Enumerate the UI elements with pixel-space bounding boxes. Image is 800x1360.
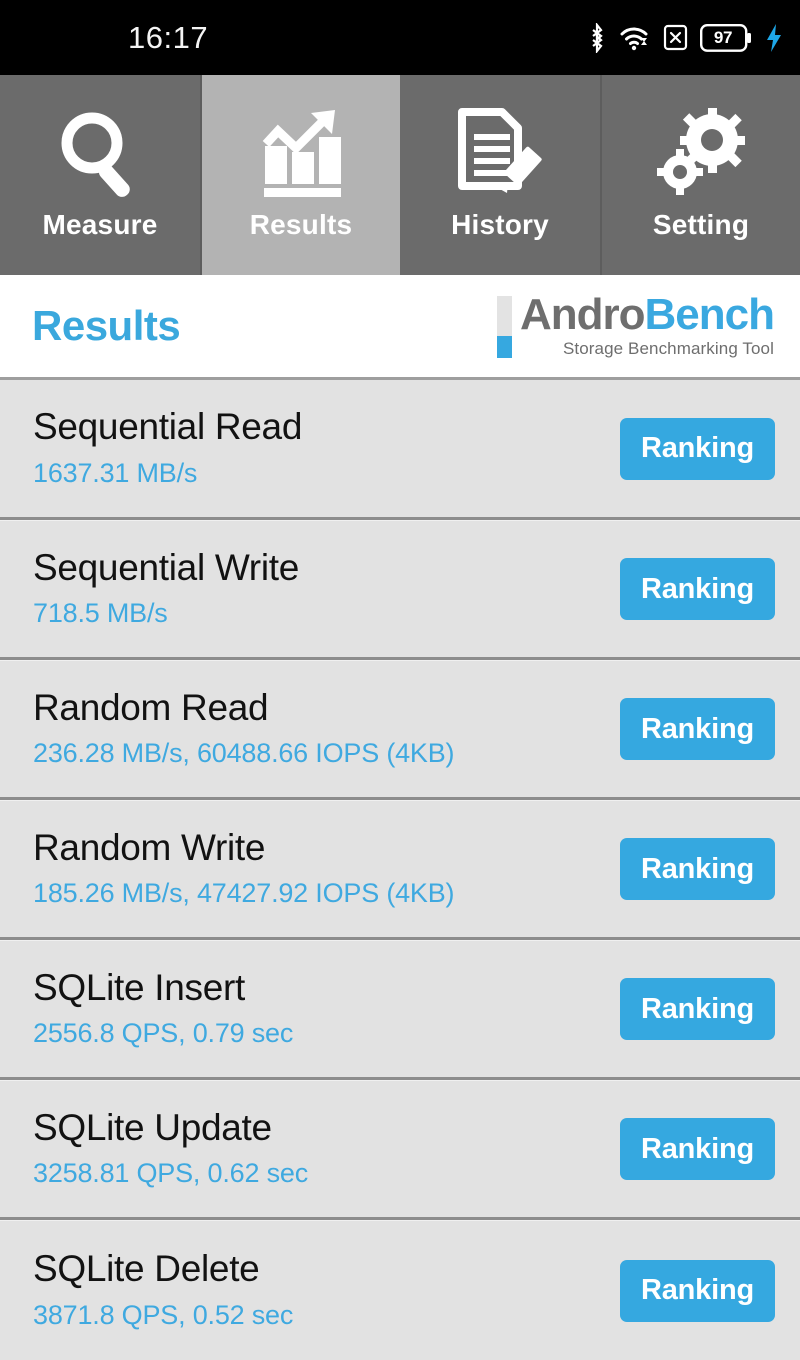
tab-setting[interactable]: Setting — [600, 75, 800, 275]
magnifier-icon — [51, 99, 149, 207]
result-title: SQLite Insert — [33, 966, 246, 1008]
result-title: Sequential Write — [33, 546, 299, 588]
ranking-button[interactable]: Ranking — [620, 1118, 775, 1180]
androbench-app: 16:17 97 Measure Results History Setting… — [0, 0, 800, 1360]
tab-history[interactable]: History — [400, 75, 600, 275]
result-value: 236.28 MB/s, 60488.66 IOPS (4KB) — [33, 738, 455, 769]
document-pencil-icon — [451, 99, 549, 207]
bar-chart-arrow-icon — [252, 99, 350, 207]
logo-accent-bar — [496, 296, 512, 359]
charging-bolt-icon — [764, 23, 784, 53]
logo-wordmark: AndroBench — [519, 290, 775, 340]
logo-text-block: AndroBench Storage Benchmarking Tool — [519, 290, 775, 359]
result-row-texts: Sequential Read 1637.31 MB/s — [33, 406, 302, 491]
logo-andro-text: Andro — [519, 290, 646, 340]
page-header: Results AndroBench Storage Benchmarking … — [0, 275, 800, 380]
status-bar: 16:17 97 — [0, 0, 800, 75]
result-row[interactable]: SQLite Insert 2556.8 QPS, 0.79 sec Ranking — [0, 940, 800, 1080]
result-row[interactable]: SQLite Update 3258.81 QPS, 0.62 sec Rankin… — [0, 1080, 800, 1220]
result-row-texts: Sequential Write 718.5 MB/s — [33, 547, 299, 632]
result-row-texts: SQLite Update 3258.81 QPS, 0.62 sec — [33, 1107, 308, 1192]
bluetooth-icon — [587, 22, 607, 53]
logo-tagline: Storage Benchmarking Tool — [562, 338, 774, 358]
result-row-texts: Random Read 236.28 MB/s, 60488.66 IOPS (4… — [33, 686, 455, 772]
result-value: 1637.31 MB/s — [33, 457, 198, 488]
tab-results[interactable]: Results — [200, 75, 400, 275]
ranking-button[interactable]: Ranking — [620, 558, 775, 620]
result-row[interactable]: Random Write 185.26 MB/s, 47427.92 IOPS (… — [0, 800, 800, 940]
ranking-button[interactable]: Ranking — [620, 417, 775, 480]
logo-bench-text: Bench — [644, 290, 775, 340]
result-value: 2556.8 QPS, 0.79 sec — [33, 1018, 294, 1049]
result-row[interactable]: SQLite Delete 3871.8 QPS, 0.52 sec Ranking — [0, 1220, 800, 1360]
result-title: Random Read — [33, 686, 269, 728]
tab-measure[interactable]: Measure — [0, 75, 200, 275]
ranking-button[interactable]: Ranking — [620, 1259, 775, 1322]
sim-x-icon — [663, 24, 688, 51]
result-value: 185.26 MB/s, 47427.92 IOPS (4KB) — [33, 878, 455, 909]
gears-icon — [652, 99, 750, 207]
result-row-texts: Random Write 185.26 MB/s, 47427.92 IOPS (… — [33, 826, 455, 912]
result-row[interactable]: Sequential Read 1637.31 MB/s Ranking — [0, 380, 800, 520]
result-row-texts: SQLite Insert 2556.8 QPS, 0.79 sec — [33, 967, 293, 1052]
result-value: 718.5 MB/s — [33, 598, 168, 629]
page-title: Results — [32, 302, 181, 349]
main-tab-bar: Measure Results History Setting — [0, 75, 800, 275]
tab-measure-label: Measure — [42, 209, 158, 240]
result-row[interactable]: Random Read 236.28 MB/s, 60488.66 IOPS (4… — [0, 660, 800, 800]
result-value: 3258.81 QPS, 0.62 sec — [33, 1158, 308, 1189]
androbench-logo: AndroBench Storage Benchmarking Tool — [496, 290, 775, 359]
tab-history-label: History — [451, 209, 549, 240]
result-title: SQLite Update — [33, 1106, 272, 1148]
ranking-button[interactable]: Ranking — [620, 838, 775, 900]
tab-results-label: Results — [249, 209, 353, 240]
result-row-texts: SQLite Delete 3871.8 QPS, 0.52 sec — [33, 1248, 293, 1333]
ranking-button[interactable]: Ranking — [620, 698, 775, 760]
battery-icon: 97 — [700, 23, 752, 52]
results-list: Sequential Read 1637.31 MB/s Ranking Sequen… — [0, 380, 800, 1360]
wifi-icon — [619, 23, 651, 53]
result-value: 3871.8 QPS, 0.52 sec — [33, 1299, 294, 1330]
tab-setting-label: Setting — [652, 209, 750, 240]
result-title: Sequential Read — [33, 406, 303, 448]
status-icon-tray: 97 — [587, 22, 784, 53]
result-row[interactable]: Sequential Write 718.5 MB/s Ranking — [0, 520, 800, 660]
battery-percent-label: 97 — [713, 27, 733, 47]
ranking-button[interactable]: Ranking — [620, 978, 775, 1040]
result-title: SQLite Delete — [33, 1248, 260, 1290]
status-clock: 16:17 — [128, 19, 209, 55]
result-title: Random Write — [33, 826, 266, 868]
